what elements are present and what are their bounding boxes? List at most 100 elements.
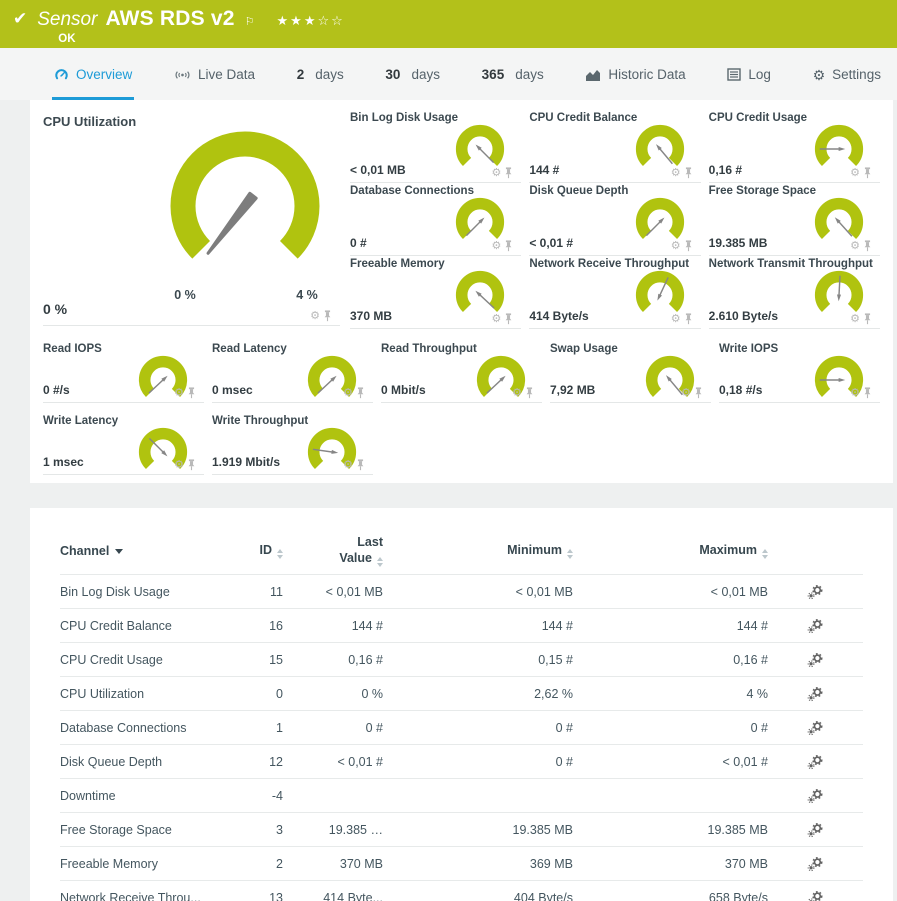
- priority-stars[interactable]: ★★★☆☆: [277, 13, 345, 29]
- tab-log[interactable]: Log: [725, 48, 773, 100]
- tab-live-data[interactable]: Live Data: [172, 48, 257, 100]
- gauge-value: 0 #/s: [43, 383, 70, 397]
- pin-icon[interactable]: [863, 313, 872, 325]
- tab-365-days[interactable]: 365 days: [480, 48, 546, 100]
- tab-bar: Overview Live Data 2 days 30 days 365 da…: [0, 48, 897, 100]
- channel-last-value: < 0,01 MB: [283, 585, 383, 599]
- pin-icon[interactable]: [323, 310, 332, 322]
- channel-settings-icon[interactable]: [807, 720, 824, 736]
- channel-settings-icon[interactable]: [807, 822, 824, 838]
- tab-overview[interactable]: Overview: [52, 48, 134, 100]
- gauge-value: 144 #: [529, 163, 559, 177]
- gauge-settings-icon[interactable]: ⚙: [343, 460, 353, 471]
- table-row: CPU Credit Balance 16 144 # 144 # 144 #: [60, 608, 863, 642]
- col-header-channel[interactable]: Channel: [60, 544, 235, 558]
- gauge-settings-icon[interactable]: ⚙: [491, 241, 501, 252]
- channel-settings-icon[interactable]: [807, 788, 824, 804]
- pin-icon[interactable]: [504, 240, 513, 252]
- gauge-settings-icon[interactable]: ⚙: [174, 388, 184, 399]
- channel-last-value: 370 MB: [283, 857, 383, 871]
- table-row: Bin Log Disk Usage 11 < 0,01 MB < 0,01 M…: [60, 574, 863, 608]
- gauge-settings-icon[interactable]: ⚙: [850, 168, 860, 179]
- col-header-id[interactable]: ID: [235, 543, 283, 559]
- channel-settings-icon[interactable]: [807, 652, 824, 668]
- tab-settings[interactable]: ⚙ Settings: [811, 48, 883, 100]
- gauge-tile: Read Throughput 0 Mbit/s ⚙: [381, 341, 542, 403]
- pin-icon[interactable]: [525, 387, 534, 399]
- cpu-utilization-gauge: [43, 126, 340, 306]
- col-header-minimum[interactable]: Minimum: [383, 543, 573, 559]
- tab-2-days[interactable]: 2 days: [295, 48, 346, 100]
- channel-id: -4: [235, 789, 283, 803]
- small-gauges-grid: Bin Log Disk Usage < 0,01 MB ⚙ CPU Credi…: [350, 110, 880, 329]
- gauge-settings-icon[interactable]: ⚙: [671, 314, 681, 325]
- gauge-tile: Database Connections 0 # ⚙: [350, 183, 521, 256]
- channel-maximum: 0 #: [573, 721, 768, 735]
- pin-icon[interactable]: [187, 387, 196, 399]
- gauge-settings-icon[interactable]: ⚙: [850, 241, 860, 252]
- channel-settings-icon[interactable]: [807, 754, 824, 770]
- channel-gauge: [643, 352, 697, 411]
- channel-settings-icon[interactable]: [807, 890, 824, 901]
- gauge-scale-min: 0 %: [174, 288, 196, 302]
- tab-historic-data[interactable]: Historic Data: [583, 48, 687, 100]
- channel-gauge: [474, 352, 528, 411]
- gauge-settings-icon[interactable]: ⚙: [850, 314, 860, 325]
- gear-icon: ⚙: [813, 68, 826, 82]
- pin-icon[interactable]: [684, 240, 693, 252]
- gauge-value: 19.385 MB: [709, 236, 768, 250]
- sensor-title: AWS RDS v2: [105, 7, 234, 31]
- col-header-maximum[interactable]: Maximum: [573, 543, 768, 559]
- gauge-settings-icon[interactable]: ⚙: [850, 388, 860, 399]
- channel-gauge: [305, 424, 359, 483]
- gauge-value: 414 Byte/s: [529, 309, 588, 323]
- gauge-value: 0 #: [350, 236, 367, 250]
- channel-settings-icon[interactable]: [807, 618, 824, 634]
- channel-settings-icon[interactable]: [807, 856, 824, 872]
- gauge-settings-icon[interactable]: ⚙: [671, 168, 681, 179]
- col-header-last-value[interactable]: Last Value: [283, 535, 383, 567]
- channel-id: 13: [235, 891, 283, 901]
- channel-maximum: < 0,01 #: [573, 755, 768, 769]
- channel-id: 16: [235, 619, 283, 633]
- gauge-settings-icon[interactable]: ⚙: [343, 388, 353, 399]
- gauge-settings-icon[interactable]: ⚙: [491, 314, 501, 325]
- tab-30-days[interactable]: 30 days: [383, 48, 442, 100]
- channel-last-value: 0 #: [283, 721, 383, 735]
- gauge-settings-icon[interactable]: ⚙: [310, 311, 320, 322]
- pin-icon[interactable]: [694, 387, 703, 399]
- pin-icon[interactable]: [504, 167, 513, 179]
- pin-icon[interactable]: [356, 459, 365, 471]
- pin-icon[interactable]: [684, 313, 693, 325]
- pin-icon[interactable]: [863, 167, 872, 179]
- pin-icon[interactable]: [356, 387, 365, 399]
- gauge-settings-icon[interactable]: ⚙: [681, 388, 691, 399]
- channel-maximum: 144 #: [573, 619, 768, 633]
- gauge-icon: [54, 67, 69, 82]
- gauge-value: 370 MB: [350, 309, 392, 323]
- channel-settings-icon[interactable]: [807, 686, 824, 702]
- channel-minimum: 0 #: [383, 755, 573, 769]
- flag-icon: ⚐: [245, 15, 255, 28]
- small-gauges-grid-bottom: Read IOPS 0 #/s ⚙ Read Latency 0 msec ⚙ …: [43, 341, 880, 475]
- channel-table-header: Channel ID Last Value Minimum Maximum: [60, 528, 863, 574]
- channel-settings-icon[interactable]: [807, 584, 824, 600]
- gauge-settings-icon[interactable]: ⚙: [491, 168, 501, 179]
- gauge-tile: Disk Queue Depth < 0,01 # ⚙: [529, 183, 700, 256]
- log-icon: [727, 68, 741, 81]
- pin-icon[interactable]: [863, 387, 872, 399]
- gauge-value: 0 msec: [212, 383, 253, 397]
- pin-icon[interactable]: [863, 240, 872, 252]
- gauge-settings-icon[interactable]: ⚙: [174, 460, 184, 471]
- gauge-settings-icon[interactable]: ⚙: [671, 241, 681, 252]
- gauge-settings-icon[interactable]: ⚙: [512, 388, 522, 399]
- channel-gauge: [136, 352, 190, 411]
- channel-gauge: [305, 352, 359, 411]
- pin-icon[interactable]: [684, 167, 693, 179]
- gauge-value: 1.919 Mbit/s: [212, 455, 280, 469]
- gauge-tile: Network Receive Throughput 414 Byte/s ⚙: [529, 256, 700, 329]
- pin-icon[interactable]: [504, 313, 513, 325]
- channel-minimum: 2,62 %: [383, 687, 573, 701]
- sensor-status-badge: OK: [58, 33, 345, 45]
- pin-icon[interactable]: [187, 459, 196, 471]
